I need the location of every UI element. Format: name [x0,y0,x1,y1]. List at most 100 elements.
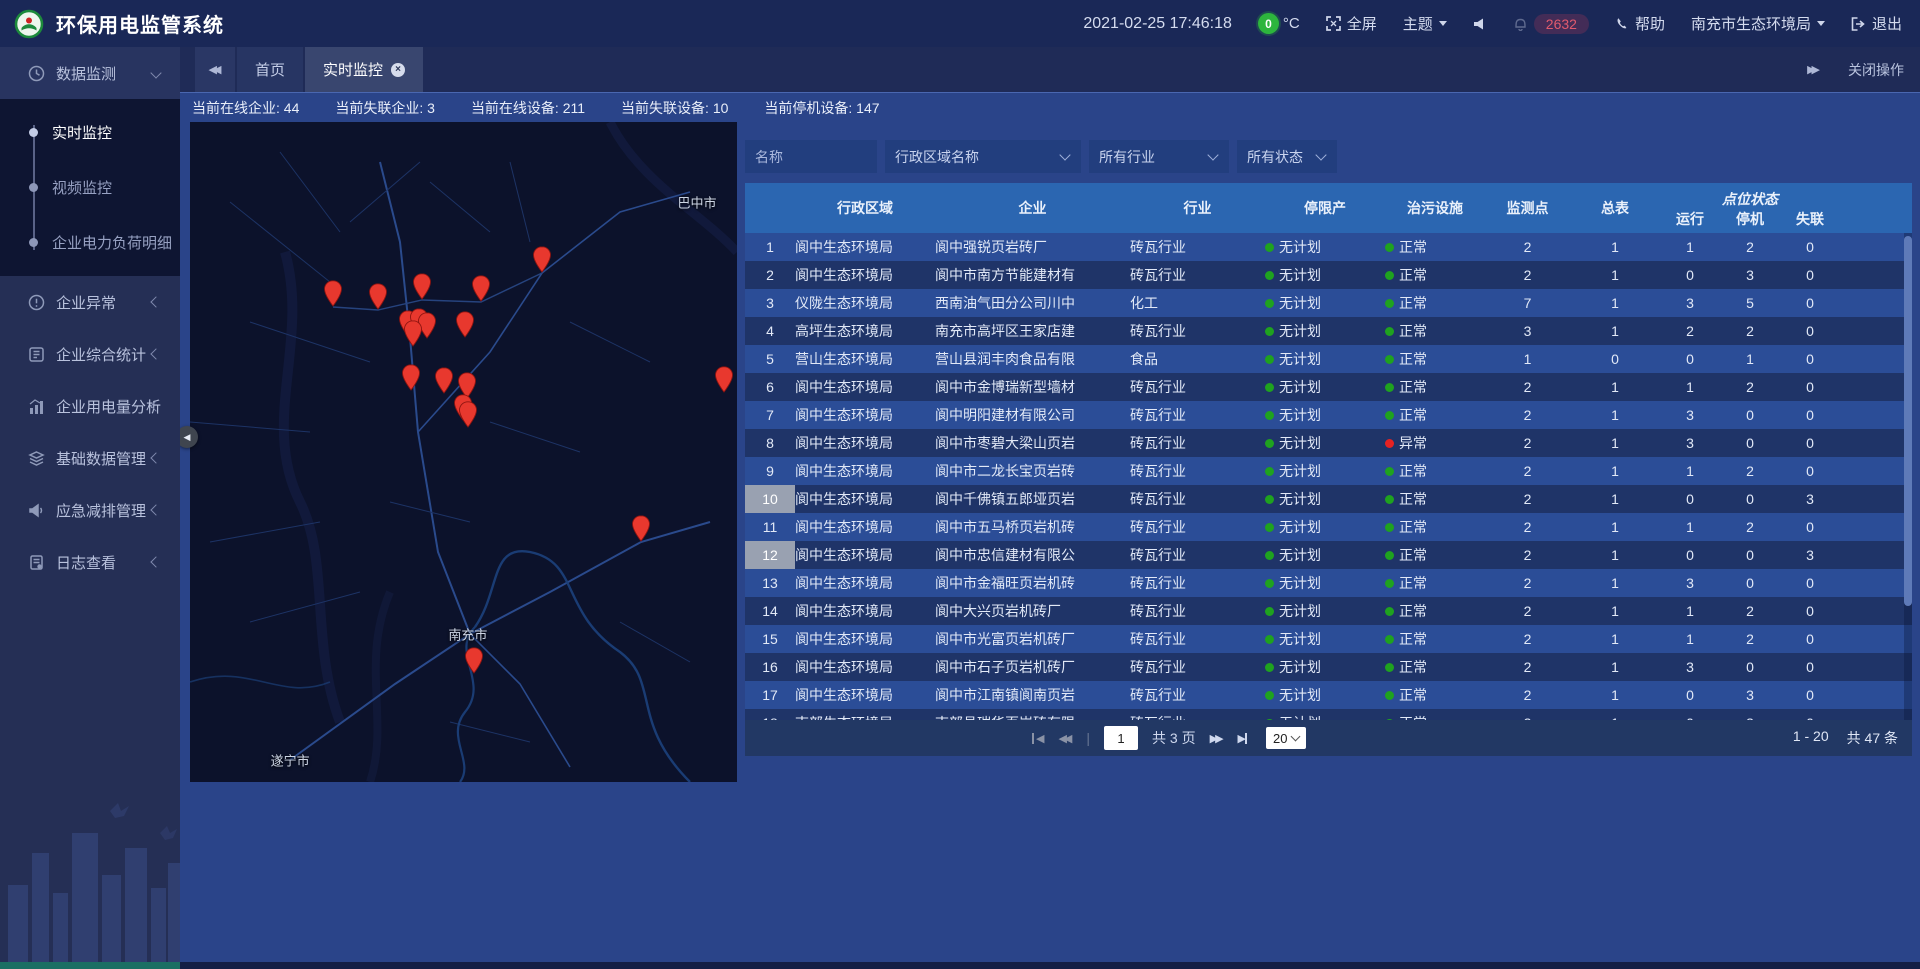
table-row[interactable]: 7 阆中生态环境局 阆中明阳建材有限公司 砖瓦行业 无计划 正常 2 1 3 0… [745,401,1912,429]
table-row[interactable]: 2 阆中生态环境局 阆中市南方节能建材有 砖瓦行业 无计划 正常 2 1 0 3… [745,261,1912,289]
table-scrollbar[interactable] [1904,233,1912,720]
sidebar-item-企业用电量分析[interactable]: 企业用电量分析 [0,380,180,432]
map-pin-icon[interactable] [401,364,420,391]
table-row[interactable]: 13 阆中生态环境局 阆中市金福旺页岩机砖 砖瓦行业 无计划 正常 2 1 3 … [745,569,1912,597]
row-stopped: 0 [1720,659,1780,675]
row-region: 阆中生态环境局 [795,657,935,677]
speaker-button[interactable] [1473,17,1487,31]
map-pin-icon[interactable] [434,367,453,394]
table-row[interactable]: 17 阆中生态环境局 阆中市江南镇阆南页岩 砖瓦行业 无计划 正常 2 1 0 … [745,681,1912,709]
table-row[interactable]: 6 阆中生态环境局 阆中市金博瑞新型墙材 砖瓦行业 无计划 正常 2 1 1 2… [745,373,1912,401]
row-offline: 3 [1780,547,1840,563]
map-pin-icon[interactable] [472,275,491,302]
tab-home[interactable]: 首页 [237,47,303,92]
row-stop-status: 无计划 [1265,405,1385,425]
map-pin-icon[interactable] [533,246,552,273]
datetime-label: 2021-02-25 17:46:18 [1083,15,1232,33]
logout-button[interactable]: 退出 [1851,13,1902,34]
row-index: 8 [745,429,795,457]
region-select[interactable]: 行政区域名称 [885,140,1081,173]
row-facility-status: 正常 [1385,265,1485,285]
next-page-button[interactable]: ▶▶ [1210,732,1224,745]
row-stopped: 2 [1720,323,1780,339]
megaphone-icon [26,502,46,519]
row-meters: 1 [1570,603,1660,619]
close-operations-button[interactable]: 关闭操作 [1848,60,1904,80]
close-circle-icon[interactable]: × [391,63,405,77]
status-dot-icon [1385,439,1394,448]
first-page-button[interactable]: ◀ [1030,732,1044,745]
page-number-input[interactable] [1104,726,1138,750]
row-stopped: 3 [1720,687,1780,703]
sidebar-item-数据监测[interactable]: 数据监测 [0,47,180,99]
table-row[interactable]: 5 营山生态环境局 营山县润丰肉食品有限 食品 无计划 正常 1 0 0 1 0 [745,345,1912,373]
sidebar-item-应急减排管理[interactable]: 应急减排管理 [0,484,180,536]
table-row[interactable]: 18 南部生态环境局 南部县瑞华页岩砖有限 砖瓦行业 无计划 正常 2 1 0 … [745,709,1912,720]
city-skyline-decoration [0,793,180,963]
page-size-select[interactable]: 20 [1266,727,1306,749]
sidebar-item-基础数据管理[interactable]: 基础数据管理 [0,432,180,484]
row-index: 6 [745,373,795,401]
row-offline: 0 [1780,575,1840,591]
map-pin-icon[interactable] [369,283,388,310]
name-search-input[interactable] [745,140,877,173]
map-pin-icon[interactable] [323,280,342,307]
sidebar-item-日志查看[interactable]: 日志查看 [0,536,180,588]
sidebar-item-企业异常[interactable]: 企业异常 [0,276,180,328]
table-row[interactable]: 14 阆中生态环境局 阆中大兴页岩机砖厂 砖瓦行业 无计划 正常 2 1 1 2… [745,597,1912,625]
status-dot-icon [1265,495,1274,504]
table-row[interactable]: 16 阆中生态环境局 阆中市石子页岩机砖厂 砖瓦行业 无计划 正常 2 1 3 … [745,653,1912,681]
map-city-label: 南充市 [448,625,487,644]
map-pin-icon[interactable] [464,647,483,674]
theme-dropdown[interactable]: 主题 [1403,13,1447,34]
fullscreen-button[interactable]: 全屏 [1326,13,1377,34]
table-row[interactable]: 3 仪陇生态环境局 西南油气田分公司川中 化工 无计划 正常 7 1 3 5 0 [745,289,1912,317]
row-stop-status: 无计划 [1265,573,1385,593]
sidebar-subitem-实时监控[interactable]: 实时监控 [0,105,180,160]
app-title: 环保用电监管系统 [56,9,224,38]
map-panel[interactable]: 巴中市南充市遂宁市 [190,122,737,782]
tabs-scroll-left-button[interactable]: ◀◀ [195,47,235,92]
chevron-icon [150,67,161,78]
row-meters: 1 [1570,631,1660,647]
table-row[interactable]: 11 阆中生态环境局 阆中市五马桥页岩机砖 砖瓦行业 无计划 正常 2 1 1 … [745,513,1912,541]
table-row[interactable]: 10 阆中生态环境局 阆中千佛镇五郎垭页岩 砖瓦行业 无计划 正常 2 1 0 … [745,485,1912,513]
notification-area[interactable]: 2632 [1513,14,1589,34]
tabs-scroll-right-button[interactable]: ▶▶ [1807,63,1820,76]
row-running: 3 [1660,435,1720,451]
chevron-icon [150,348,161,359]
prev-page-button[interactable]: ◀◀ [1058,732,1072,745]
status-select[interactable]: 所有状态 [1237,140,1337,173]
map-pin-icon[interactable] [714,366,733,393]
status-dot-icon [1385,663,1394,672]
table-body: 1 阆中生态环境局 阆中强锐页岩砖厂 砖瓦行业 无计划 正常 2 1 1 2 0… [745,233,1912,720]
status-dot-icon [1385,299,1394,308]
sidebar-subitem-视频监控[interactable]: 视频监控 [0,160,180,215]
row-running: 1 [1660,463,1720,479]
row-offline: 0 [1780,715,1840,720]
table-row[interactable]: 15 阆中生态环境局 阆中市光富页岩机砖厂 砖瓦行业 无计划 正常 2 1 1 … [745,625,1912,653]
sidebar-subitem-企业电力负荷明细[interactable]: 企业电力负荷明细 [0,215,180,270]
table-row[interactable]: 12 阆中生态环境局 阆中市忠信建材有限公 砖瓦行业 无计划 正常 2 1 0 … [745,541,1912,569]
industry-select[interactable]: 所有行业 [1089,140,1229,173]
table-row[interactable]: 1 阆中生态环境局 阆中强锐页岩砖厂 砖瓦行业 无计划 正常 2 1 1 2 0 [745,233,1912,261]
row-index: 18 [745,709,795,720]
tab-realtime-monitor[interactable]: 实时监控 × [305,47,423,92]
table-row[interactable]: 4 高坪生态环境局 南充市高坪区王家店建 砖瓦行业 无计划 正常 3 1 2 2… [745,317,1912,345]
row-company: 西南油气田分公司川中 [935,293,1130,313]
row-industry: 砖瓦行业 [1130,489,1265,509]
table-row[interactable]: 9 阆中生态环境局 阆中市二龙长宝页岩砖 砖瓦行业 无计划 正常 2 1 1 2… [745,457,1912,485]
map-pin-icon[interactable] [631,515,650,542]
last-page-button[interactable]: ▶ [1238,732,1252,745]
sidebar-item-企业综合统计[interactable]: 企业综合统计 [0,328,180,380]
map-pin-icon[interactable] [458,401,477,428]
map-pin-icon[interactable] [404,320,423,347]
bullet-icon [29,128,38,137]
help-button[interactable]: 帮助 [1615,13,1665,34]
organization-dropdown[interactable]: 南充市生态环境局 [1691,13,1825,34]
row-facility-status: 正常 [1385,489,1485,509]
map-pin-icon[interactable] [412,273,431,300]
map-pin-icon[interactable] [456,311,475,338]
table-row[interactable]: 8 阆中生态环境局 阆中市枣碧大梁山页岩 砖瓦行业 无计划 异常 2 1 3 0… [745,429,1912,457]
row-industry: 砖瓦行业 [1130,377,1265,397]
